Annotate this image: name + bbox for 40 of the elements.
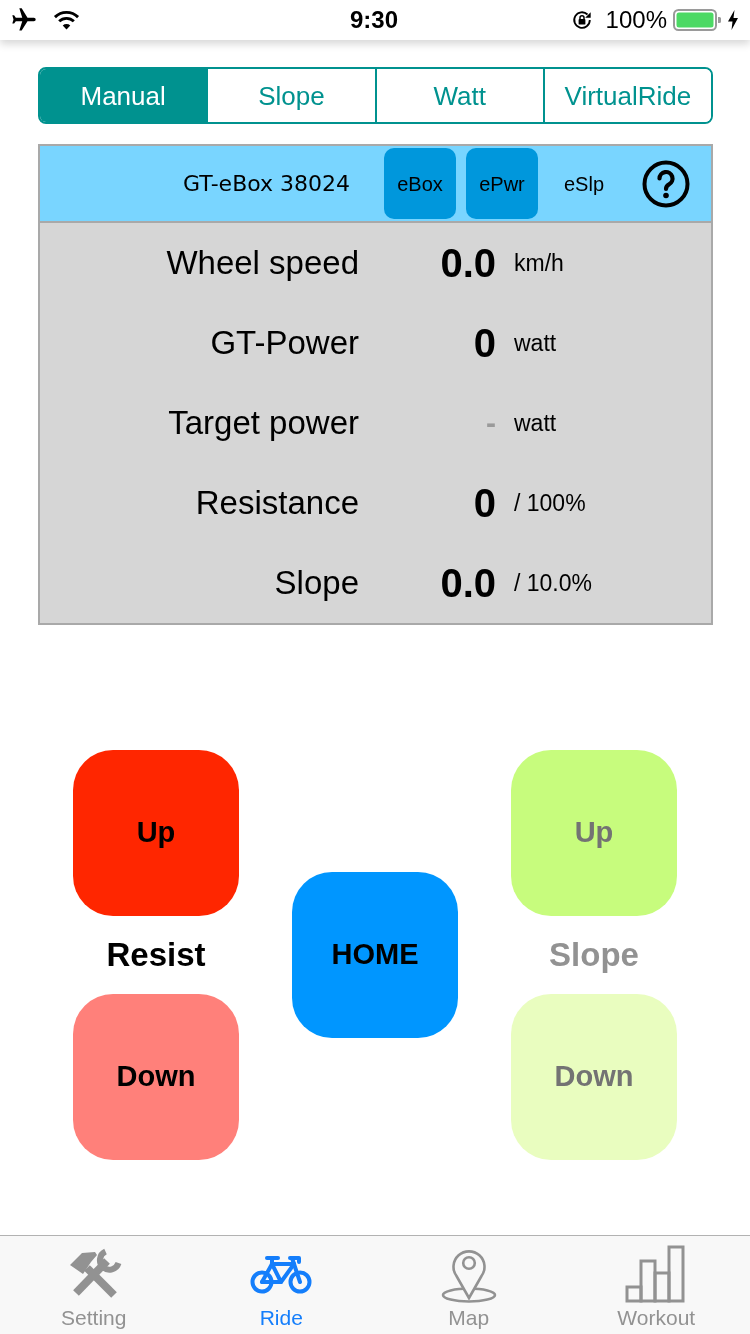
metric-unit: / 10.0%	[514, 568, 592, 598]
home-button[interactable]: HOME	[292, 872, 458, 1038]
help-icon[interactable]	[642, 159, 690, 208]
bar-chart-icon	[625, 1245, 688, 1303]
metric-unit: km/h	[514, 248, 564, 278]
metric-value: 0.0	[439, 563, 496, 603]
rotation-lock-icon	[570, 9, 593, 31]
pad-label: Resist	[106, 935, 206, 976]
bicycle-icon	[250, 1254, 313, 1294]
metric-value: 0	[472, 323, 496, 363]
mode-tab[interactable]: VirtualRide	[542, 69, 711, 122]
metric-label: Slope	[273, 563, 359, 604]
pad-label: Slope	[549, 935, 639, 976]
toggle-button[interactable]: ePwr	[466, 148, 538, 219]
charging-bolt-icon	[728, 10, 738, 30]
tab-bar-item[interactable]: Setting	[0, 1236, 188, 1334]
device-name: GT-eBox 38024	[182, 170, 350, 198]
metric-label: Wheel speed	[165, 243, 359, 284]
metric-unit: / 100%	[514, 488, 586, 518]
metric-value: 0.0	[439, 243, 496, 283]
tab-bar-item[interactable]: Workout	[562, 1236, 750, 1334]
metric-label: GT-Power	[209, 323, 359, 364]
airplane-icon	[10, 7, 38, 33]
mode-tab[interactable]: Manual	[40, 69, 207, 122]
metric-label: Target power	[167, 403, 359, 444]
status-time: 9:30	[349, 8, 398, 32]
metric-value: 0	[472, 483, 496, 523]
toggle-button[interactable]: eBox	[384, 148, 456, 219]
wifi-icon	[53, 10, 80, 30]
up-button[interactable]: Up	[73, 750, 239, 916]
metric-unit: watt	[514, 328, 557, 358]
metric-label: Resistance	[194, 483, 359, 524]
tab-bar-item[interactable]: Map	[375, 1236, 563, 1334]
tab-bar-item[interactable]: Ride	[187, 1236, 375, 1334]
down-button[interactable]: Down	[73, 994, 239, 1160]
metric-value: -	[485, 408, 496, 438]
toggle-button[interactable]: eSlp	[548, 148, 620, 219]
metric-unit: watt	[514, 408, 557, 438]
battery-percent: 100%	[605, 8, 667, 32]
battery-icon	[673, 9, 721, 31]
